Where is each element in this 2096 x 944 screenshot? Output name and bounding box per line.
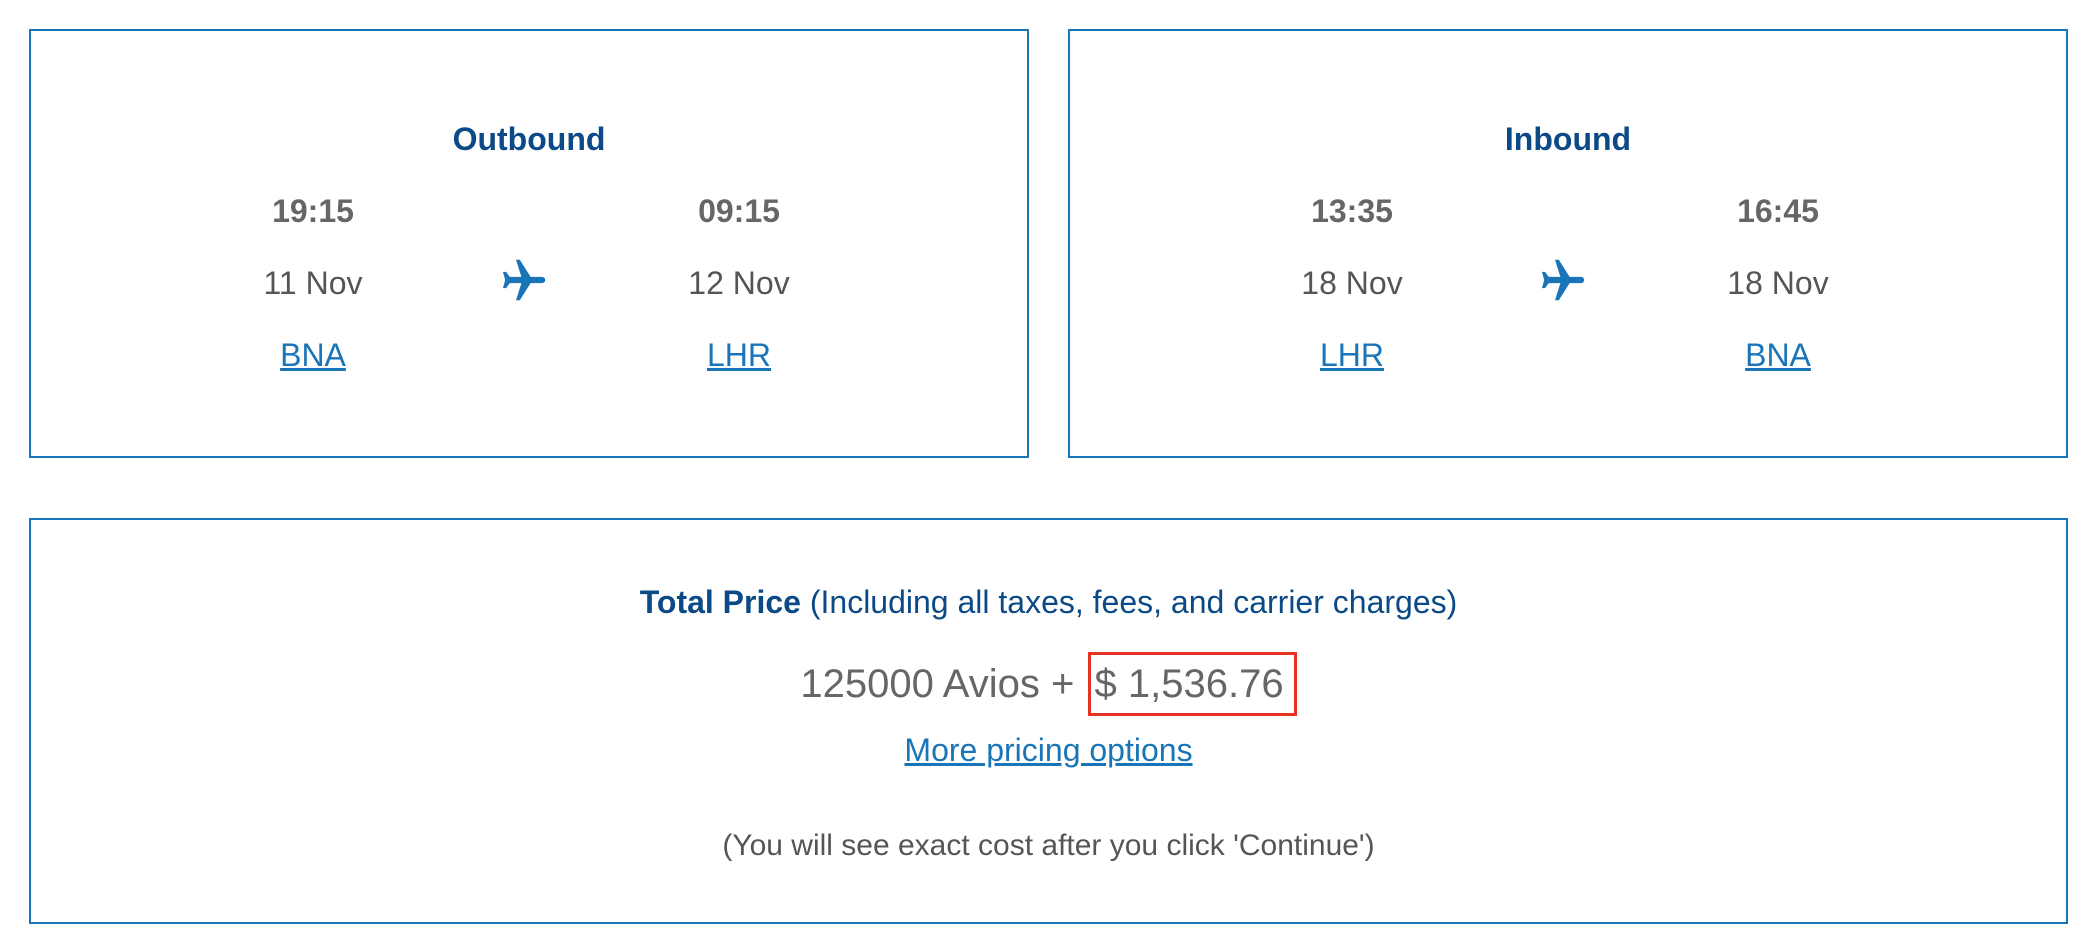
- inbound-heading: Inbound: [1504, 121, 1632, 157]
- inbound-departure-airport-link[interactable]: LHR: [1320, 337, 1384, 373]
- total-price-heading: Total Price (Including all taxes, fees, …: [31, 582, 2066, 622]
- avios-amount: 125000 Avios +: [800, 662, 1075, 706]
- outbound-departure-time: 19:15: [272, 193, 354, 229]
- outbound-arrival-airport-link[interactable]: LHR: [707, 337, 771, 373]
- inbound-arrival-date: 18 Nov: [1727, 265, 1829, 301]
- outbound-heading: Outbound: [452, 121, 606, 157]
- inbound-arrival-time: 16:45: [1737, 193, 1819, 229]
- cash-amount-highlighted: $ 1,536.76: [1087, 652, 1297, 716]
- outbound-arrival-time: 09:15: [698, 193, 780, 229]
- exact-cost-note: (You will see exact cost after you click…: [722, 829, 1375, 862]
- outbound-departure-airport-link[interactable]: BNA: [280, 337, 346, 373]
- price-amount: 125000 Avios + $ 1,536.76: [31, 652, 2066, 716]
- inbound-flight-card: Inbound 13:35 18 Nov LHR 16:45 18 Nov BN…: [1068, 29, 2068, 458]
- outbound-flight-card: Outbound 19:15 11 Nov BNA 09:15 12 Nov L…: [29, 29, 1029, 458]
- outbound-arrival-date: 12 Nov: [688, 265, 790, 301]
- airplane-icon: [502, 259, 546, 301]
- total-price-label: Total Price: [639, 584, 801, 620]
- airplane-icon: [1541, 259, 1585, 301]
- inbound-arrival-airport-link[interactable]: BNA: [1745, 337, 1811, 373]
- total-price-card: Total Price (Including all taxes, fees, …: [29, 518, 2068, 924]
- total-price-label-note: (Including all taxes, fees, and carrier …: [809, 584, 1458, 620]
- outbound-departure-date: 11 Nov: [263, 265, 363, 301]
- inbound-departure-time: 13:35: [1311, 193, 1393, 229]
- inbound-departure-date: 18 Nov: [1301, 265, 1403, 301]
- more-pricing-options-link[interactable]: More pricing options: [904, 732, 1192, 768]
